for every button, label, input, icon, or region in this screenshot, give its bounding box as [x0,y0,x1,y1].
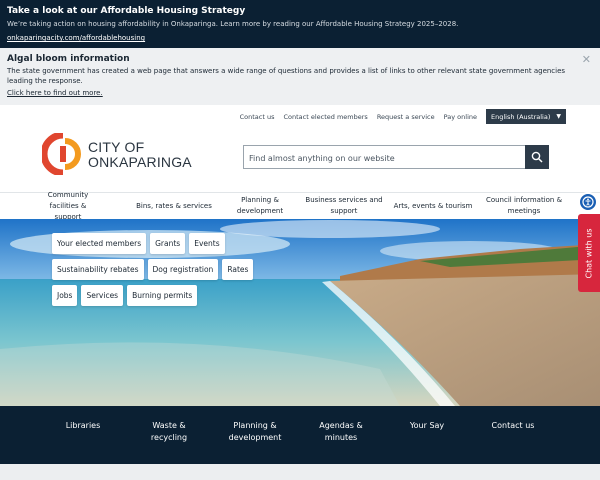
quick-link-grants[interactable]: Grants [150,233,186,254]
nav-bins-rates-services[interactable]: Bins, rates & services [128,193,220,219]
nav-business-services[interactable]: Business services and support [300,193,388,219]
logo-line-1: CITY OF [88,139,145,155]
quick-link-sustainability-rebates[interactable]: Sustainability rebates [52,259,144,280]
alert-body: The state government has created a web p… [7,67,566,85]
page-bottom [0,464,600,480]
find-out-more-link[interactable]: Click here to find out more. [7,88,593,98]
alert-title: Take a look at our Affordable Housing St… [7,6,246,16]
footer-link-libraries[interactable]: Libraries [40,406,126,464]
nav-community-facilities[interactable]: Community facilities & support [0,191,128,221]
contact-us-link[interactable]: Contact us [240,113,275,121]
request-service-link[interactable]: Request a service [377,113,435,121]
alert-title: Algal bloom information [7,54,130,64]
footer-link-waste-recycling[interactable]: Waste & recycling [126,406,212,464]
quick-link-events[interactable]: Events [189,233,225,254]
footer-link-planning-development[interactable]: Planning & development [212,406,298,464]
housing-alert-banner: Take a look at our Affordable Housing St… [0,0,600,48]
site-header: Contact us Contact elected members Reque… [0,105,600,192]
affordable-housing-link[interactable]: onkaparingacity.com/affordablehousing [7,33,593,43]
algal-bloom-alert-banner: Algal bloom information The state govern… [0,48,600,105]
accessibility-icon [582,196,594,208]
footer-link-your-say[interactable]: Your Say [384,406,470,464]
footer-link-contact-us[interactable]: Contact us [470,406,556,464]
main-nav: Community facilities & support Bins, rat… [0,191,600,221]
language-label: English (Australia) [491,112,551,121]
quick-link-burning-permits[interactable]: Burning permits [127,285,198,306]
pay-online-link[interactable]: Pay online [444,113,477,121]
alert-body: We’re taking action on housing affordabi… [7,20,459,28]
close-icon[interactable]: ✕ [582,53,591,66]
search-icon [531,151,543,163]
quick-links: Your elected members Grants Events Susta… [52,233,312,311]
city-logo[interactable]: CITY OF ONKAPARINGA [42,133,192,177]
quick-link-dog-registration[interactable]: Dog registration [147,259,219,280]
accessibility-button[interactable] [578,192,598,212]
logo-line-2: ONKAPARINGA [88,154,192,170]
quick-link-services[interactable]: Services [81,285,124,306]
quick-link-rates[interactable]: Rates [222,259,254,280]
chat-label: Chat with us [584,228,594,278]
quick-link-elected-members[interactable]: Your elected members [52,233,147,254]
chat-button[interactable]: Chat with us [578,214,600,292]
nav-arts-events-tourism[interactable]: Arts, events & tourism [388,193,478,219]
site-search [243,145,549,170]
footer-quick-links: Libraries Waste & recycling Planning & d… [0,406,600,464]
hero-banner: Your elected members Grants Events Susta… [0,219,600,406]
footer-link-agendas-minutes[interactable]: Agendas & minutes [298,406,384,464]
utility-nav: Contact us Contact elected members Reque… [231,109,566,124]
contact-elected-members-link[interactable]: Contact elected members [284,113,368,121]
search-input[interactable] [244,147,524,170]
nav-council-information[interactable]: Council information & meetings [478,193,570,219]
chevron-down-icon: ▼ [556,113,561,120]
logo-mark-icon [42,133,81,175]
language-select[interactable]: English (Australia) ▼ [486,109,566,124]
logo-text: CITY OF ONKAPARINGA [88,140,192,170]
quick-link-jobs[interactable]: Jobs [52,285,78,306]
nav-planning-development[interactable]: Planning & development [220,193,300,219]
search-button[interactable] [525,145,549,169]
